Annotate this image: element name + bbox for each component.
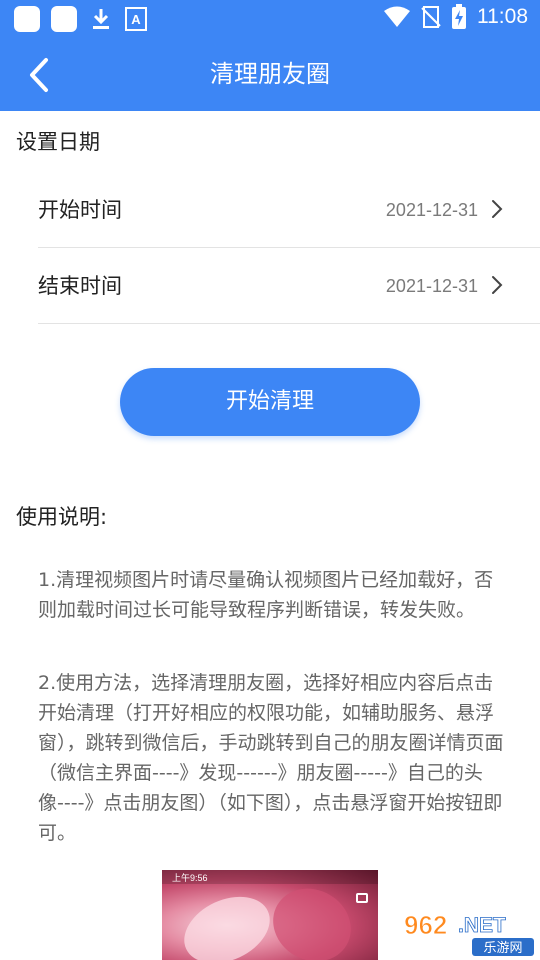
- example-screenshot-image: 上午9:56: [162, 870, 378, 960]
- battery-charging-icon: [452, 4, 466, 29]
- start-time-value: 2021-12-31: [385, 200, 478, 220]
- status-bar: A 11:08: [0, 0, 540, 38]
- status-left-icons: A: [14, 6, 147, 32]
- date-section-heading: 设置日期: [16, 130, 100, 154]
- wifi-icon: [384, 6, 410, 27]
- app-bar: 清理朋友圈: [0, 38, 540, 111]
- app-icon: [51, 6, 77, 32]
- page-title: 清理朋友圈: [210, 60, 330, 88]
- chevron-right-icon: [492, 200, 503, 218]
- svg-text:962: 962: [404, 910, 447, 940]
- start-time-label: 开始时间: [38, 198, 122, 222]
- svg-text:.NET: .NET: [458, 914, 506, 937]
- download-icon: [93, 9, 109, 29]
- chevron-left-icon: [30, 58, 48, 92]
- instructions-heading: 使用说明:: [16, 505, 108, 529]
- end-time-row[interactable]: 结束时间 2021-12-31: [38, 248, 540, 324]
- start-time-row[interactable]: 开始时间 2021-12-31: [38, 172, 540, 248]
- no-sim-icon: [421, 6, 441, 28]
- status-right-icons: 11:08: [383, 4, 528, 30]
- a-icon: A: [125, 7, 147, 31]
- start-clean-button[interactable]: 开始清理: [120, 368, 420, 436]
- flower-petal: [173, 883, 281, 960]
- back-button[interactable]: [22, 55, 58, 95]
- instruction-paragraph-2: 2.使用方法，选择清理朋友圈，选择好相应内容后点击开始清理（打开好相应的权限功能…: [38, 672, 504, 844]
- instruction-paragraph-1: 1.清理视频图片时请尽量确认视频图片已经加载好，否则加载时间过长可能导致程序判断…: [38, 569, 494, 621]
- preview-status-time: 上午9:56: [172, 873, 208, 883]
- end-time-label: 结束时间: [38, 274, 122, 298]
- status-time: 11:08: [477, 5, 528, 28]
- chevron-right-icon: [492, 276, 503, 294]
- end-time-value: 2021-12-31: [385, 276, 478, 296]
- app-icon: [14, 6, 40, 32]
- camera-icon: [356, 893, 368, 903]
- site-watermark-logo: 962 .NET 乐游网: [404, 910, 534, 956]
- flower-petal: [259, 874, 365, 960]
- svg-text:A: A: [131, 12, 141, 27]
- svg-text:乐游网: 乐游网: [483, 941, 522, 956]
